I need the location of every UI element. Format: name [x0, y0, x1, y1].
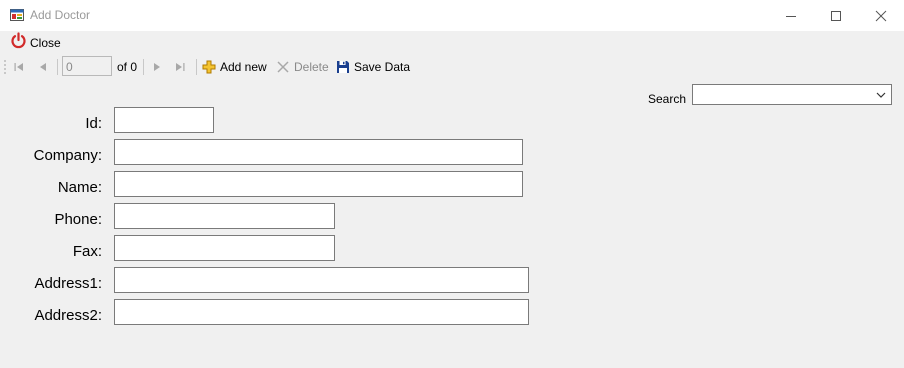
toolbar-grip[interactable] [4, 59, 6, 75]
save-disk-icon [337, 61, 349, 73]
fax-field[interactable] [114, 235, 335, 261]
name-label: Name: [57, 179, 102, 196]
delete-label: Delete [294, 60, 329, 74]
move-previous-button[interactable] [36, 58, 50, 76]
previous-record-icon [40, 63, 46, 71]
address2-field[interactable] [114, 299, 529, 325]
id-field[interactable] [114, 107, 214, 133]
first-record-icon [14, 63, 23, 71]
move-last-button[interactable] [173, 58, 187, 76]
close-window-button[interactable] [858, 0, 904, 31]
position-input[interactable] [62, 56, 112, 76]
address2-label: Address2: [34, 307, 102, 324]
address1-label: Address1: [34, 275, 102, 292]
toolbar-separator [143, 59, 144, 75]
form-app-icon[interactable] [10, 8, 24, 22]
save-data-label: Save Data [354, 60, 411, 74]
phone-field[interactable] [114, 203, 335, 229]
maximize-icon [831, 11, 841, 21]
fax-label: Fax: [72, 243, 102, 260]
next-record-icon [154, 63, 160, 71]
company-label: Company: [33, 147, 102, 164]
plus-icon [202, 60, 216, 74]
name-field[interactable] [114, 171, 523, 197]
close-icon [875, 10, 887, 22]
close-menu-label: Close [30, 36, 61, 50]
count-label: of 0 [117, 60, 138, 74]
delete-button[interactable]: Delete [276, 58, 329, 76]
id-label: Id: [85, 115, 102, 132]
search-label: Search [648, 92, 687, 106]
close-menu-item[interactable]: Close [10, 32, 61, 54]
add-new-label: Add new [220, 60, 267, 74]
menu-bar [0, 31, 904, 55]
move-next-button[interactable] [150, 58, 164, 76]
title-bar: Add Doctor [0, 0, 904, 31]
search-combobox[interactable] [692, 84, 892, 105]
last-record-icon [176, 63, 185, 71]
chevron-down-icon [876, 92, 886, 98]
delete-icon [277, 61, 289, 73]
move-first-button[interactable] [12, 58, 26, 76]
window-title: Add Doctor [30, 8, 91, 22]
phone-label: Phone: [54, 211, 102, 228]
address1-field[interactable] [114, 267, 529, 293]
company-field[interactable] [114, 139, 523, 165]
toolbar-separator [196, 59, 197, 75]
power-icon [10, 32, 27, 54]
toolbar-separator [57, 59, 58, 75]
add-new-button[interactable]: Add new [202, 58, 267, 76]
maximize-button[interactable] [813, 0, 859, 31]
save-data-button[interactable]: Save Data [336, 58, 410, 76]
minimize-button[interactable] [768, 0, 814, 31]
minimize-icon [786, 16, 796, 17]
